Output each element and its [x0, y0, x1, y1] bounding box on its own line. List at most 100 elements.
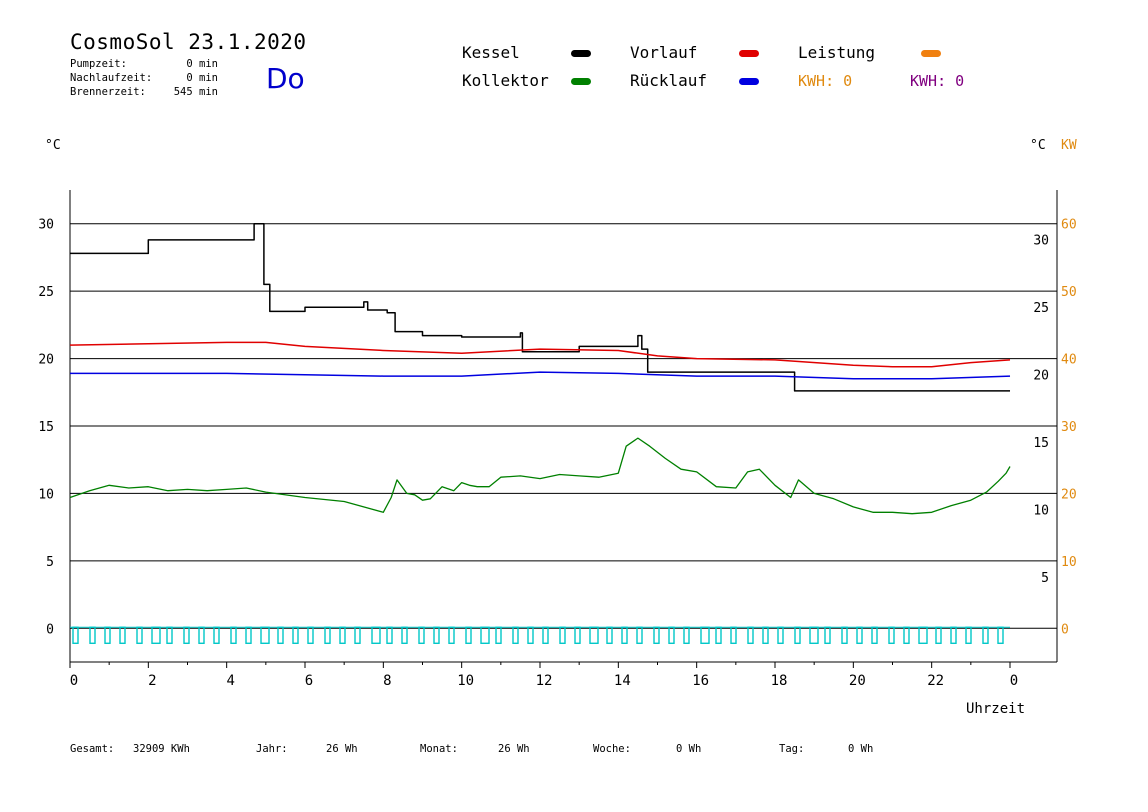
pump-pulse [495, 626, 502, 644]
pump-pulse [386, 626, 393, 644]
pump-pulse [606, 626, 613, 644]
pump-pulse [198, 626, 205, 644]
pump-pulse [636, 626, 643, 644]
pump-pulse [747, 626, 754, 644]
pump-pulse [166, 626, 173, 644]
x-tick-label-11: 22 [927, 673, 944, 689]
pump-pulse [433, 626, 440, 644]
y-tick-right-c-20: 20 [1033, 369, 1049, 384]
x-tick-label-1: 2 [148, 673, 156, 689]
pump-pulse [621, 626, 628, 644]
pump-pulse [151, 626, 161, 644]
y-tick-right-c-5: 5 [1041, 571, 1049, 586]
pump-pulse-series [70, 626, 1010, 644]
series-kollektor [69, 437, 1011, 515]
pump-pulse [777, 626, 784, 644]
y-tick-right-kw-30: 30 [1061, 420, 1077, 435]
chart-ticks: 0510152025305101520253001020304050600 2 4 6… [38, 218, 1076, 689]
pump-pulse [965, 626, 972, 644]
pump-pulse [183, 626, 190, 644]
pump-pulse [245, 626, 252, 644]
pump-pulse [762, 626, 769, 644]
pump-pulse [339, 626, 346, 644]
x-tick-label-5: 10 [457, 673, 474, 689]
temperature-chart: 0510152025305101520253001020304050600 2 4 6… [38, 190, 1077, 689]
x-tick-label-0: 0 [70, 673, 78, 689]
pump-pulse [841, 626, 848, 644]
pump-pulse [230, 626, 237, 644]
pump-pulse [935, 626, 942, 644]
x-tick-label-9: 18 [771, 673, 788, 689]
pump-pulse [809, 626, 819, 644]
pump-pulse [527, 626, 534, 644]
pump-pulse [307, 626, 314, 644]
x-tick-label-6: 12 [536, 673, 553, 689]
pump-pulse [871, 626, 878, 644]
pump-pulse [292, 626, 299, 644]
y-tick-right-kw-60: 60 [1061, 218, 1077, 233]
x-axis-label: Uhrzeit [966, 701, 1026, 717]
y-tick-right-kw-0: 0 [1061, 622, 1069, 637]
x-tick-label-12: 0 [1010, 673, 1018, 689]
y-tick-right-kw-50: 50 [1061, 285, 1077, 300]
x-tick-label-2: 4 [226, 673, 234, 689]
y-tick-left-5: 5 [46, 555, 54, 570]
y-tick-right-c-15: 15 [1033, 436, 1049, 451]
footer-woche-label: Woche: [593, 743, 631, 755]
y-tick-left-25: 25 [38, 285, 54, 300]
pump-pulse [888, 626, 895, 644]
pump-pulse [104, 626, 111, 644]
pump-pulse [856, 626, 863, 644]
footer-gesamt-value: 32909 KWh [133, 743, 190, 755]
x-tick-label-4: 8 [383, 673, 391, 689]
pump-pulse [559, 626, 566, 644]
pump-pulse [589, 626, 599, 644]
pump-pulse [136, 626, 143, 644]
footer-woche-value: 0 Wh [676, 743, 702, 755]
pump-pulse [418, 626, 425, 644]
y-tick-left-0: 0 [46, 622, 54, 637]
pump-pulse [794, 626, 801, 644]
pump-pulse [119, 626, 126, 644]
pump-pulse [683, 626, 690, 644]
y-tick-right-kw-40: 40 [1061, 353, 1077, 368]
pump-pulse [700, 626, 710, 644]
chart-series [69, 222, 1011, 515]
x-tick-label-10: 20 [849, 673, 866, 689]
y-tick-left-20: 20 [38, 353, 54, 368]
x-tick-label-3: 6 [305, 673, 313, 689]
pump-pulse [542, 626, 549, 644]
y-tick-left-15: 15 [38, 420, 54, 435]
pump-pulse [354, 626, 361, 644]
pump-pulse [324, 626, 331, 644]
pump-pulse [448, 626, 455, 644]
pump-pulse [465, 626, 472, 644]
pump-pulse [89, 626, 96, 644]
pump-pulse [260, 626, 270, 644]
y-tick-right-c-30: 30 [1033, 234, 1049, 249]
footer-gesamt-label: Gesamt: [70, 743, 115, 755]
footer-jahr-label: Jahr: [256, 743, 288, 755]
x-tick-label-8: 16 [692, 673, 709, 689]
y-tick-right-c-25: 25 [1033, 301, 1049, 316]
pump-pulse [918, 626, 928, 644]
pump-pulse [72, 626, 79, 644]
y-tick-right-kw-10: 10 [1061, 555, 1077, 570]
pump-pulse [653, 626, 660, 644]
pump-pulse [730, 626, 737, 644]
pump-pulse [371, 626, 381, 644]
pump-pulse [715, 626, 722, 644]
series-vorlauf [69, 341, 1011, 368]
pump-pulse [401, 626, 408, 644]
chart-grid [70, 223, 1057, 629]
pump-pulse [982, 626, 989, 644]
y-tick-left-30: 30 [38, 218, 54, 233]
y-tick-right-kw-20: 20 [1061, 487, 1077, 502]
footer-jahr-value: 26 Wh [326, 743, 358, 755]
y-tick-left-10: 10 [38, 487, 54, 502]
pump-pulse [824, 626, 831, 644]
footer-monat-label: Monat: [420, 743, 458, 755]
footer-tag-label: Tag: [779, 743, 805, 755]
pump-pulse [950, 626, 957, 644]
series-rücklauf [70, 371, 1011, 380]
